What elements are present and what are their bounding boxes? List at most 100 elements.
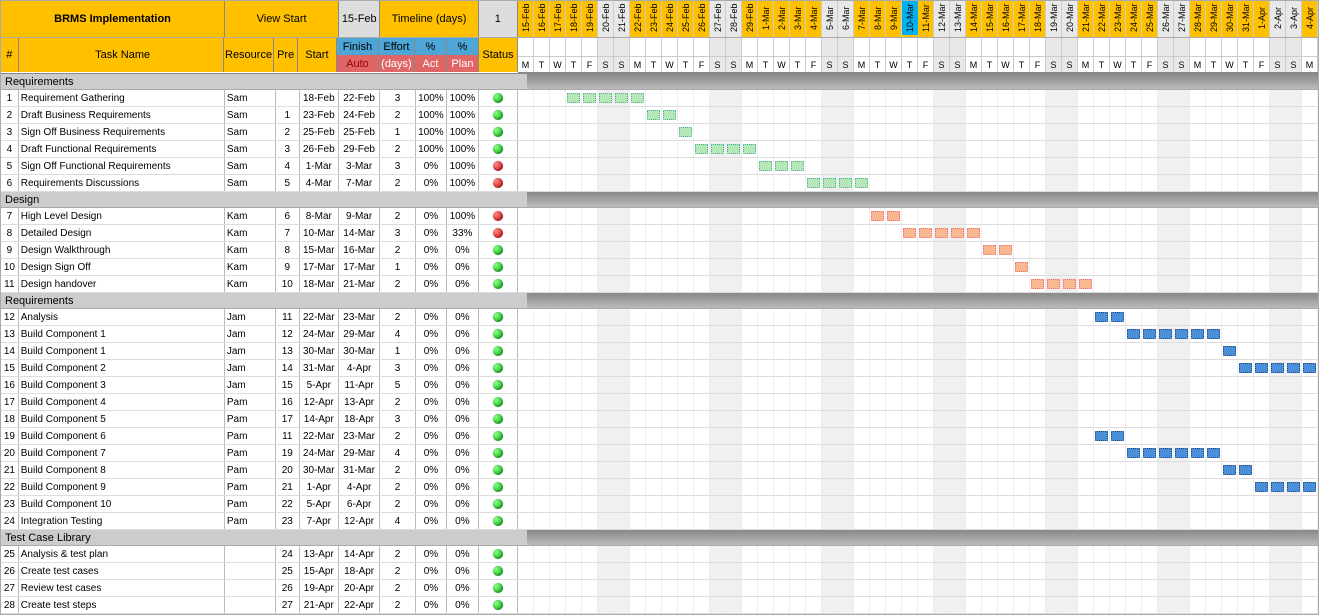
cell-col-num[interactable]: 14 (1, 343, 19, 359)
cell-col-effort[interactable]: 2 (380, 394, 415, 410)
cell-col-finish[interactable]: 30-Mar (339, 343, 380, 359)
cell-col-task[interactable]: Sign Off Business Requirements (19, 124, 225, 140)
cell-col-task[interactable]: Requirements Discussions (19, 175, 225, 191)
task-row[interactable]: 2Draft Business RequirementsSam123-Feb24… (1, 107, 1318, 124)
cell-col-res[interactable]: Kam (225, 276, 276, 292)
cell-col-start[interactable]: 22-Mar (300, 428, 339, 444)
cell-col-task[interactable]: Build Component 1 (19, 326, 225, 342)
cell-col-pre[interactable]: 10 (276, 276, 300, 292)
cell-col-effort[interactable]: 3 (380, 90, 415, 106)
cell-col-num[interactable]: 27 (1, 580, 19, 596)
cell-col-pre[interactable]: 14 (276, 360, 300, 376)
task-row[interactable]: 20Build Component 7Pam1924-Mar29-Mar40%0… (1, 445, 1318, 462)
cell-col-pact[interactable]: 100% (416, 90, 447, 106)
cell-col-effort[interactable]: 2 (380, 141, 415, 157)
cell-col-task[interactable]: Draft Functional Requirements (19, 141, 225, 157)
task-row[interactable]: 18Build Component 5Pam1714-Apr18-Apr30%0… (1, 411, 1318, 428)
gantt-bar[interactable] (983, 245, 996, 255)
cell-col-start[interactable]: 24-Mar (300, 326, 339, 342)
cell-col-task[interactable]: Integration Testing (19, 513, 225, 529)
cell-col-res[interactable]: Jam (225, 343, 276, 359)
gantt-bar[interactable] (839, 178, 852, 188)
cell-col-num[interactable]: 16 (1, 377, 19, 393)
cell-col-res[interactable]: Sam (225, 107, 276, 123)
cell-col-num[interactable]: 11 (1, 276, 19, 292)
cell-col-finish[interactable]: 24-Feb (339, 107, 380, 123)
cell-col-pplan[interactable]: 100% (447, 175, 478, 191)
gantt-bar[interactable] (695, 144, 708, 154)
gantt-bar[interactable] (615, 93, 628, 103)
task-row[interactable]: 17Build Component 4Pam1612-Apr13-Apr20%0… (1, 394, 1318, 411)
cell-col-start[interactable]: 10-Mar (300, 225, 339, 241)
cell-col-effort[interactable]: 4 (380, 513, 415, 529)
cell-col-task[interactable]: High Level Design (19, 208, 225, 224)
cell-col-pact[interactable]: 0% (416, 309, 447, 325)
cell-col-pplan[interactable]: 0% (447, 580, 478, 596)
cell-col-pre[interactable]: 27 (276, 597, 300, 613)
cell-col-num[interactable]: 13 (1, 326, 19, 342)
cell-col-num[interactable]: 28 (1, 597, 19, 613)
cell-col-pact[interactable]: 0% (416, 276, 447, 292)
cell-col-start[interactable]: 30-Mar (300, 462, 339, 478)
cell-col-num[interactable]: 20 (1, 445, 19, 461)
gantt-bar[interactable] (855, 178, 868, 188)
cell-col-task[interactable]: Create test cases (19, 563, 225, 579)
cell-col-start[interactable]: 1-Mar (300, 158, 339, 174)
cell-col-pre[interactable]: 6 (276, 208, 300, 224)
gantt-bar[interactable] (663, 110, 676, 120)
cell-col-pact[interactable]: 0% (416, 563, 447, 579)
cell-col-pre[interactable]: 13 (276, 343, 300, 359)
cell-col-pact[interactable]: 0% (416, 580, 447, 596)
cell-col-pact[interactable]: 0% (416, 513, 447, 529)
cell-col-pact[interactable]: 0% (416, 462, 447, 478)
gantt-bar[interactable] (1191, 329, 1204, 339)
gantt-bar[interactable] (871, 211, 884, 221)
task-row[interactable]: 1Requirement GatheringSam18-Feb22-Feb310… (1, 90, 1318, 107)
cell-col-pplan[interactable]: 0% (447, 259, 478, 275)
gantt-bar[interactable] (1063, 279, 1076, 289)
cell-col-finish[interactable]: 3-Mar (339, 158, 380, 174)
cell-col-pact[interactable]: 0% (416, 259, 447, 275)
cell-col-start[interactable]: 8-Mar (300, 208, 339, 224)
cell-col-finish[interactable]: 6-Apr (339, 496, 380, 512)
cell-col-task[interactable]: Create test steps (19, 597, 225, 613)
cell-col-start[interactable]: 5-Apr (300, 496, 339, 512)
task-row[interactable]: 28Create test steps2721-Apr22-Apr20%0% (1, 597, 1318, 614)
cell-col-pplan[interactable]: 100% (447, 107, 478, 123)
cell-col-pplan[interactable]: 100% (447, 141, 478, 157)
cell-col-effort[interactable]: 1 (380, 259, 415, 275)
gantt-bar[interactable] (999, 245, 1012, 255)
gantt-bar[interactable] (1159, 448, 1172, 458)
cell-col-num[interactable]: 10 (1, 259, 19, 275)
cell-col-effort[interactable]: 3 (380, 411, 415, 427)
gantt-bar[interactable] (1191, 448, 1204, 458)
cell-col-effort[interactable]: 2 (380, 597, 415, 613)
cell-col-task[interactable]: Build Component 2 (19, 360, 225, 376)
cell-col-res[interactable] (225, 546, 276, 562)
gantt-bar[interactable] (1271, 363, 1284, 373)
cell-col-pplan[interactable]: 0% (447, 479, 478, 495)
cell-col-num[interactable]: 1 (1, 90, 19, 106)
cell-col-effort[interactable]: 2 (380, 309, 415, 325)
cell-col-effort[interactable]: 2 (380, 580, 415, 596)
cell-col-num[interactable]: 5 (1, 158, 19, 174)
cell-col-pre[interactable]: 3 (276, 141, 300, 157)
gantt-bar[interactable] (967, 228, 980, 238)
cell-col-effort[interactable]: 2 (380, 107, 415, 123)
cell-col-start[interactable]: 18-Feb (300, 90, 339, 106)
task-row[interactable]: 15Build Component 2Jam1431-Mar4-Apr30%0% (1, 360, 1318, 377)
cell-col-effort[interactable]: 2 (380, 563, 415, 579)
cell-col-task[interactable]: Build Component 10 (19, 496, 225, 512)
cell-col-effort[interactable]: 2 (380, 496, 415, 512)
gantt-bar[interactable] (1175, 448, 1188, 458)
gantt-bar[interactable] (711, 144, 724, 154)
cell-col-res[interactable]: Jam (225, 326, 276, 342)
cell-col-res[interactable] (225, 563, 276, 579)
task-row[interactable]: 26Create test cases2515-Apr18-Apr20%0% (1, 563, 1318, 580)
cell-col-start[interactable]: 31-Mar (300, 360, 339, 376)
cell-col-effort[interactable]: 4 (380, 326, 415, 342)
cell-col-res[interactable]: Sam (225, 124, 276, 140)
gantt-bar[interactable] (1223, 346, 1236, 356)
cell-col-start[interactable]: 15-Mar (300, 242, 339, 258)
cell-col-start[interactable]: 17-Mar (300, 259, 339, 275)
